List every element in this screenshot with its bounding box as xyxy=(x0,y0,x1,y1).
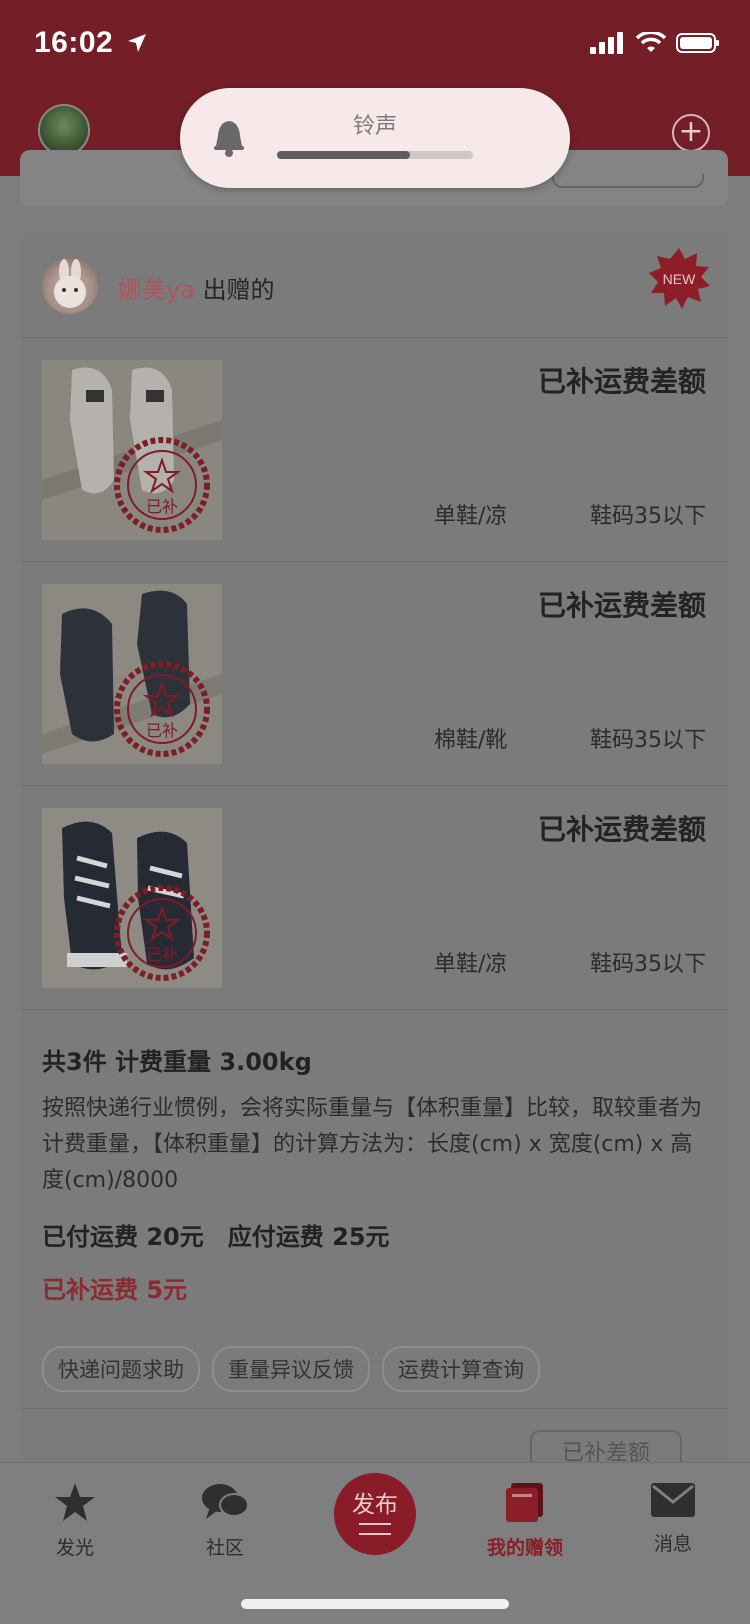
item-size: 鞋码35以下 xyxy=(590,952,706,977)
item-photo[interactable]: 已补 xyxy=(42,584,222,764)
item-size: 鞋码35以下 xyxy=(590,728,706,753)
new-badge-icon: NEW xyxy=(649,248,710,309)
tab-label: 发光 xyxy=(55,1537,94,1559)
volume-label: 铃声 xyxy=(352,114,397,139)
summary-title: 共3件 计费重量 3.00kg xyxy=(42,1048,312,1076)
location-arrow-icon xyxy=(128,34,146,52)
wifi-icon xyxy=(636,32,666,52)
menu-lines-icon xyxy=(359,1523,391,1535)
item-category: 棉鞋/靴 xyxy=(434,728,508,753)
item-size: 鞋码35以下 xyxy=(590,504,706,529)
item-row[interactable]: 已补 已补运费差额 单鞋/凉 鞋码35以下 xyxy=(22,338,728,562)
paid-fee: 已付运费 20元 xyxy=(42,1223,204,1251)
item-status: 已补运费差额 xyxy=(537,813,706,846)
stamp-label: 已补 xyxy=(146,945,178,964)
status-icons xyxy=(590,32,720,54)
chat-bubbles-icon xyxy=(202,1484,249,1519)
chip-shipping-help[interactable]: 快递问题求助 xyxy=(42,1346,200,1392)
item-category: 单鞋/凉 xyxy=(434,952,508,977)
battery-icon xyxy=(676,33,719,53)
status-time: 16:02 xyxy=(34,26,114,59)
shoe-photo-1: 已补 xyxy=(42,360,222,540)
diff-fee: 已补运费 5元 xyxy=(42,1276,188,1304)
star-icon xyxy=(55,1483,95,1521)
chip-fee-query[interactable]: 运费计算查询 xyxy=(382,1346,540,1392)
giver-name[interactable]: 娜美ya xyxy=(118,276,195,304)
tab-messages[interactable]: 消息 xyxy=(618,1481,728,1556)
volume-hud: 铃声 xyxy=(180,88,570,188)
tab-community[interactable]: 社区 xyxy=(170,1481,280,1560)
new-badge-label: NEW xyxy=(663,271,696,287)
help-chips: 快递问题求助 重量异议反馈 运费计算查询 xyxy=(42,1346,540,1392)
volume-track xyxy=(277,151,473,159)
previous-card-button[interactable] xyxy=(552,174,704,188)
item-photo[interactable]: 已补 xyxy=(42,360,222,540)
shipping-summary: 共3件 计费重量 3.00kg 按照快递行业惯例，会将实际重量与【体积重量】比较… xyxy=(42,1042,712,1305)
add-button[interactable]: + xyxy=(672,114,710,152)
publish-button[interactable]: 发布 xyxy=(334,1473,416,1555)
bunny-avatar-icon xyxy=(54,259,86,308)
bottom-tab-bar: 发光 社区 发布 我的赠领 消息 xyxy=(0,1462,750,1624)
home-indicator[interactable] xyxy=(241,1599,509,1609)
signal-icon xyxy=(590,32,623,54)
item-photo[interactable]: 已补 xyxy=(42,808,222,988)
envelope-icon xyxy=(651,1483,695,1517)
item-status: 已补运费差额 xyxy=(537,365,706,398)
stamp-label: 已补 xyxy=(146,497,178,516)
book-stack-icon xyxy=(506,1483,543,1522)
tab-shine[interactable]: 发光 xyxy=(20,1481,130,1560)
item-status: 已补运费差额 xyxy=(537,589,706,622)
stamp-label: 已补 xyxy=(146,721,178,740)
summary-description: 按照快递行业惯例，会将实际重量与【体积重量】比较，取较重者为计费重量，【体积重量… xyxy=(42,1096,703,1193)
divider xyxy=(22,1408,728,1409)
tab-my-gifts[interactable]: 我的赠领 xyxy=(470,1481,580,1560)
gift-card: 娜美ya 出赠的 NEW 已补 已补运费差额 单鞋/凉 鞋码35以下 已补 已补… xyxy=(22,232,728,1478)
tab-label: 消息 xyxy=(653,1533,692,1555)
due-fee: 应付运费 25元 xyxy=(227,1223,390,1251)
shoe-photo-3: 已补 xyxy=(42,808,222,988)
item-row[interactable]: 已补 已补运费差额 棉鞋/靴 鞋码35以下 xyxy=(22,562,728,786)
chip-weight-feedback[interactable]: 重量异议反馈 xyxy=(212,1346,370,1392)
volume-fill xyxy=(277,151,411,159)
shoe-photo-2: 已补 xyxy=(42,584,222,764)
user-avatar[interactable] xyxy=(38,104,90,156)
card-header: 娜美ya 出赠的 NEW xyxy=(22,232,728,338)
item-row[interactable]: 已补 已补运费差额 单鞋/凉 鞋码35以下 xyxy=(22,786,728,1010)
giver-avatar[interactable] xyxy=(42,258,98,314)
item-category: 单鞋/凉 xyxy=(434,504,508,529)
publish-label: 发布 xyxy=(352,1492,398,1518)
giver-line: 娜美ya 出赠的 xyxy=(118,270,275,305)
fee-line: 已付运费 20元 应付运费 25元 xyxy=(42,1217,712,1252)
tab-label: 我的赠领 xyxy=(486,1537,563,1559)
tab-label: 社区 xyxy=(205,1537,244,1559)
giver-suffix: 出赠的 xyxy=(202,276,275,304)
